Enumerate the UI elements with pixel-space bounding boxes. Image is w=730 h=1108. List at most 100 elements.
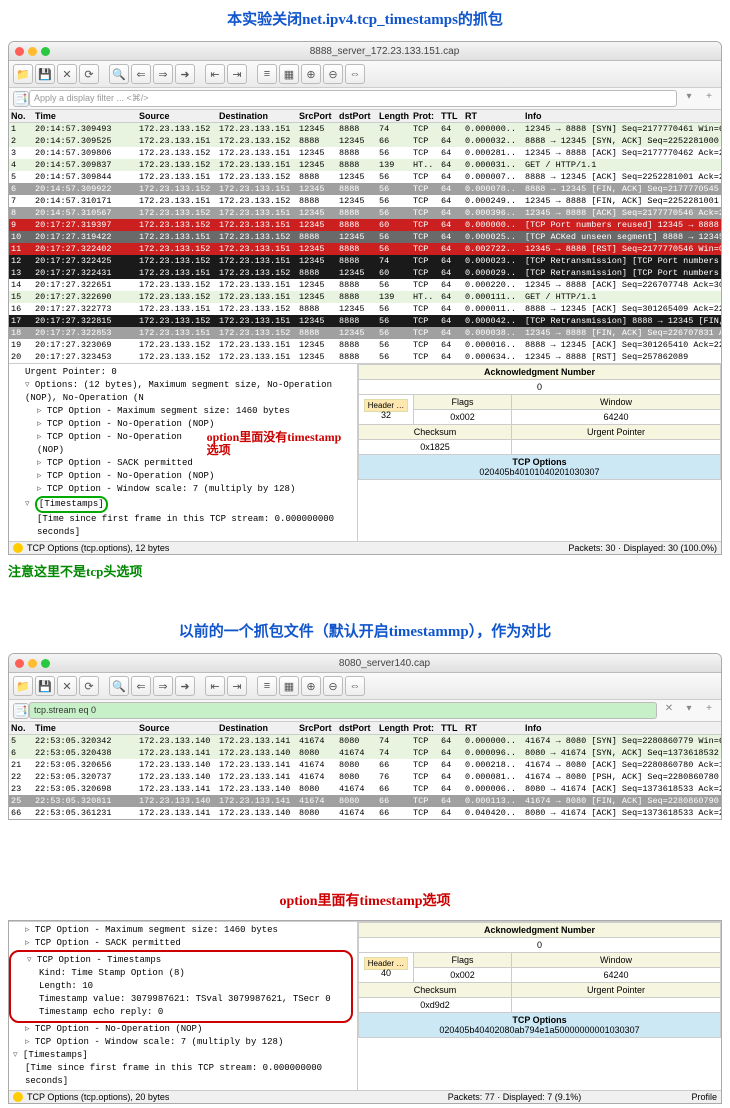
- tree-opt-timestamps[interactable]: TCP Option - Timestamps: [15, 954, 347, 967]
- last-button[interactable]: ⇥: [227, 64, 247, 84]
- col-ttl[interactable]: TTL: [439, 722, 463, 734]
- packet-row[interactable]: 522:53:05.320342172.23.133.140172.23.133…: [9, 735, 721, 747]
- tree-opt-mss[interactable]: TCP Option - Maximum segment size: 1460 …: [13, 924, 353, 937]
- col-no[interactable]: No.: [9, 722, 33, 734]
- col-length[interactable]: Length: [377, 722, 411, 734]
- tree-ts-kind[interactable]: Kind: Time Stamp Option (8): [15, 967, 347, 980]
- first-button[interactable]: ⇤: [205, 676, 225, 696]
- col-rt[interactable]: RT: [463, 110, 523, 122]
- col-info[interactable]: Info: [523, 722, 721, 734]
- packet-row[interactable]: 1020:17:27.319422172.23.133.151172.23.13…: [9, 231, 721, 243]
- col-srcport[interactable]: SrcPort: [297, 722, 337, 734]
- col-dstport[interactable]: dstPort: [337, 110, 377, 122]
- first-button[interactable]: ⇤: [205, 64, 225, 84]
- next-button[interactable]: ⇒: [153, 64, 173, 84]
- col-length[interactable]: Length: [377, 110, 411, 122]
- zoom-in-button[interactable]: ⊕: [301, 64, 321, 84]
- save-button[interactable]: 💾: [35, 676, 55, 696]
- prev-button[interactable]: ⇐: [131, 676, 151, 696]
- close-icon[interactable]: [15, 659, 24, 668]
- tree-opt-nop3[interactable]: TCP Option - No-Operation (NOP): [13, 470, 353, 483]
- prev-button[interactable]: ⇐: [131, 64, 151, 84]
- packet-row[interactable]: 320:14:57.309806172.23.133.152172.23.133…: [9, 147, 721, 159]
- minimize-icon[interactable]: [28, 47, 37, 56]
- packet-row[interactable]: 622:53:05.320438172.23.133.141172.23.133…: [9, 747, 721, 759]
- reload-button[interactable]: ⟳: [79, 676, 99, 696]
- col-time[interactable]: Time: [33, 722, 137, 734]
- col-info[interactable]: Info: [523, 110, 721, 122]
- packet-tree[interactable]: TCP Option - Maximum segment size: 1460 …: [9, 922, 357, 1090]
- find-button[interactable]: 🔍: [109, 676, 129, 696]
- filter-expr-button[interactable]: +: [701, 91, 717, 107]
- packet-row[interactable]: 1720:17:27.322815172.23.133.152172.23.13…: [9, 315, 721, 327]
- col-destination[interactable]: Destination: [217, 722, 297, 734]
- packet-list[interactable]: 120:14:57.309493172.23.133.152172.23.133…: [9, 123, 721, 363]
- packet-row[interactable]: 820:14:57.310567172.23.133.152172.23.133…: [9, 207, 721, 219]
- packet-row[interactable]: 2522:53:05.320811172.23.133.140172.23.13…: [9, 795, 721, 807]
- col-srcport[interactable]: SrcPort: [297, 110, 337, 122]
- col-ttl[interactable]: TTL: [439, 110, 463, 122]
- packet-row[interactable]: 620:14:57.309922172.23.133.152172.23.133…: [9, 183, 721, 195]
- goto-button[interactable]: ➜: [175, 64, 195, 84]
- col-protocol[interactable]: Prot:: [411, 110, 439, 122]
- col-rt[interactable]: RT: [463, 722, 523, 734]
- expert-icon[interactable]: [13, 543, 23, 553]
- open-button[interactable]: 📁: [13, 64, 33, 84]
- col-protocol[interactable]: Prot:: [411, 722, 439, 734]
- tree-opt-sack[interactable]: TCP Option - SACK permitted: [13, 937, 353, 950]
- packet-row[interactable]: 1420:17:27.322651172.23.133.152172.23.13…: [9, 279, 721, 291]
- expert-icon[interactable]: [13, 1092, 23, 1102]
- packet-row[interactable]: 420:14:57.309837172.23.133.152172.23.133…: [9, 159, 721, 171]
- zoom-out-button[interactable]: ⊖: [323, 676, 343, 696]
- tree-opt-nop[interactable]: TCP Option - No-Operation (NOP): [13, 1023, 353, 1036]
- tree-opt-sack[interactable]: TCP Option - SACK permitted: [13, 457, 353, 470]
- goto-button[interactable]: ➜: [175, 676, 195, 696]
- tree-options[interactable]: Options: (12 bytes), Maximum segment siz…: [13, 379, 353, 405]
- zoom-icon[interactable]: [41, 47, 50, 56]
- col-source[interactable]: Source: [137, 722, 217, 734]
- zoom-in-button[interactable]: ⊕: [301, 676, 321, 696]
- packet-row[interactable]: 1920:17:27.323069172.23.133.152172.23.13…: [9, 339, 721, 351]
- packet-list[interactable]: 522:53:05.320342172.23.133.140172.23.133…: [9, 735, 721, 819]
- tree-opt-wscale[interactable]: TCP Option - Window scale: 7 (multiply b…: [13, 483, 353, 496]
- tree-timestamps-section[interactable]: [Timestamps]: [13, 1049, 353, 1062]
- bookmark-icon[interactable]: 📑: [13, 91, 29, 107]
- tree-urgent[interactable]: Urgent Pointer: 0: [13, 366, 353, 379]
- tree-opt-wscale[interactable]: TCP Option - Window scale: 7 (multiply b…: [13, 1036, 353, 1049]
- packet-row[interactable]: 1120:17:27.322402172.23.133.152172.23.13…: [9, 243, 721, 255]
- tree-ts-length[interactable]: Length: 10: [15, 980, 347, 993]
- packet-row[interactable]: 520:14:57.309844172.23.133.151172.23.133…: [9, 171, 721, 183]
- next-button[interactable]: ⇒: [153, 676, 173, 696]
- autoscroll-button[interactable]: ≡: [257, 676, 277, 696]
- packet-row[interactable]: 6622:53:05.361231172.23.133.141172.23.13…: [9, 807, 721, 819]
- tree-opt-mss[interactable]: TCP Option - Maximum segment size: 1460 …: [13, 405, 353, 418]
- col-time[interactable]: Time: [33, 110, 137, 122]
- resize-button[interactable]: ⇔: [345, 676, 365, 696]
- packet-row[interactable]: 2020:17:27.323453172.23.133.152172.23.13…: [9, 351, 721, 363]
- filter-add-button[interactable]: ▾: [681, 703, 697, 719]
- last-button[interactable]: ⇥: [227, 676, 247, 696]
- save-button[interactable]: 💾: [35, 64, 55, 84]
- packet-row[interactable]: 120:14:57.309493172.23.133.152172.23.133…: [9, 123, 721, 135]
- tree-ts-value[interactable]: Timestamp value: 3079987621: TSval 30799…: [15, 993, 347, 1006]
- zoom-icon[interactable]: [41, 659, 50, 668]
- col-no[interactable]: No.: [9, 110, 33, 122]
- colorize-button[interactable]: ▦: [279, 64, 299, 84]
- packet-tree[interactable]: Urgent Pointer: 0 Options: (12 bytes), M…: [9, 364, 357, 541]
- packet-row[interactable]: 220:14:57.309525172.23.133.151172.23.133…: [9, 135, 721, 147]
- filter-expr-button[interactable]: +: [701, 703, 717, 719]
- tree-opt-nop2[interactable]: TCP Option - No-Operation (NOP): [13, 431, 201, 457]
- packet-row[interactable]: 1820:17:27.322853172.23.133.151172.23.13…: [9, 327, 721, 339]
- open-button[interactable]: 📁: [13, 676, 33, 696]
- zoom-out-button[interactable]: ⊖: [323, 64, 343, 84]
- tree-timestamps[interactable]: [Timestamps]: [13, 496, 353, 513]
- packet-row[interactable]: 1520:17:27.322690172.23.133.152172.23.13…: [9, 291, 721, 303]
- packet-row[interactable]: 1320:17:27.322431172.23.133.151172.23.13…: [9, 267, 721, 279]
- packet-row[interactable]: 920:17:27.319397172.23.133.152172.23.133…: [9, 219, 721, 231]
- packet-row[interactable]: 1620:17:27.322773172.23.133.151172.23.13…: [9, 303, 721, 315]
- packet-row[interactable]: 2222:53:05.320737172.23.133.140172.23.13…: [9, 771, 721, 783]
- display-filter-input[interactable]: Apply a display filter ... <⌘/>: [29, 90, 677, 107]
- col-dstport[interactable]: dstPort: [337, 722, 377, 734]
- reload-button[interactable]: ⟳: [79, 64, 99, 84]
- find-button[interactable]: 🔍: [109, 64, 129, 84]
